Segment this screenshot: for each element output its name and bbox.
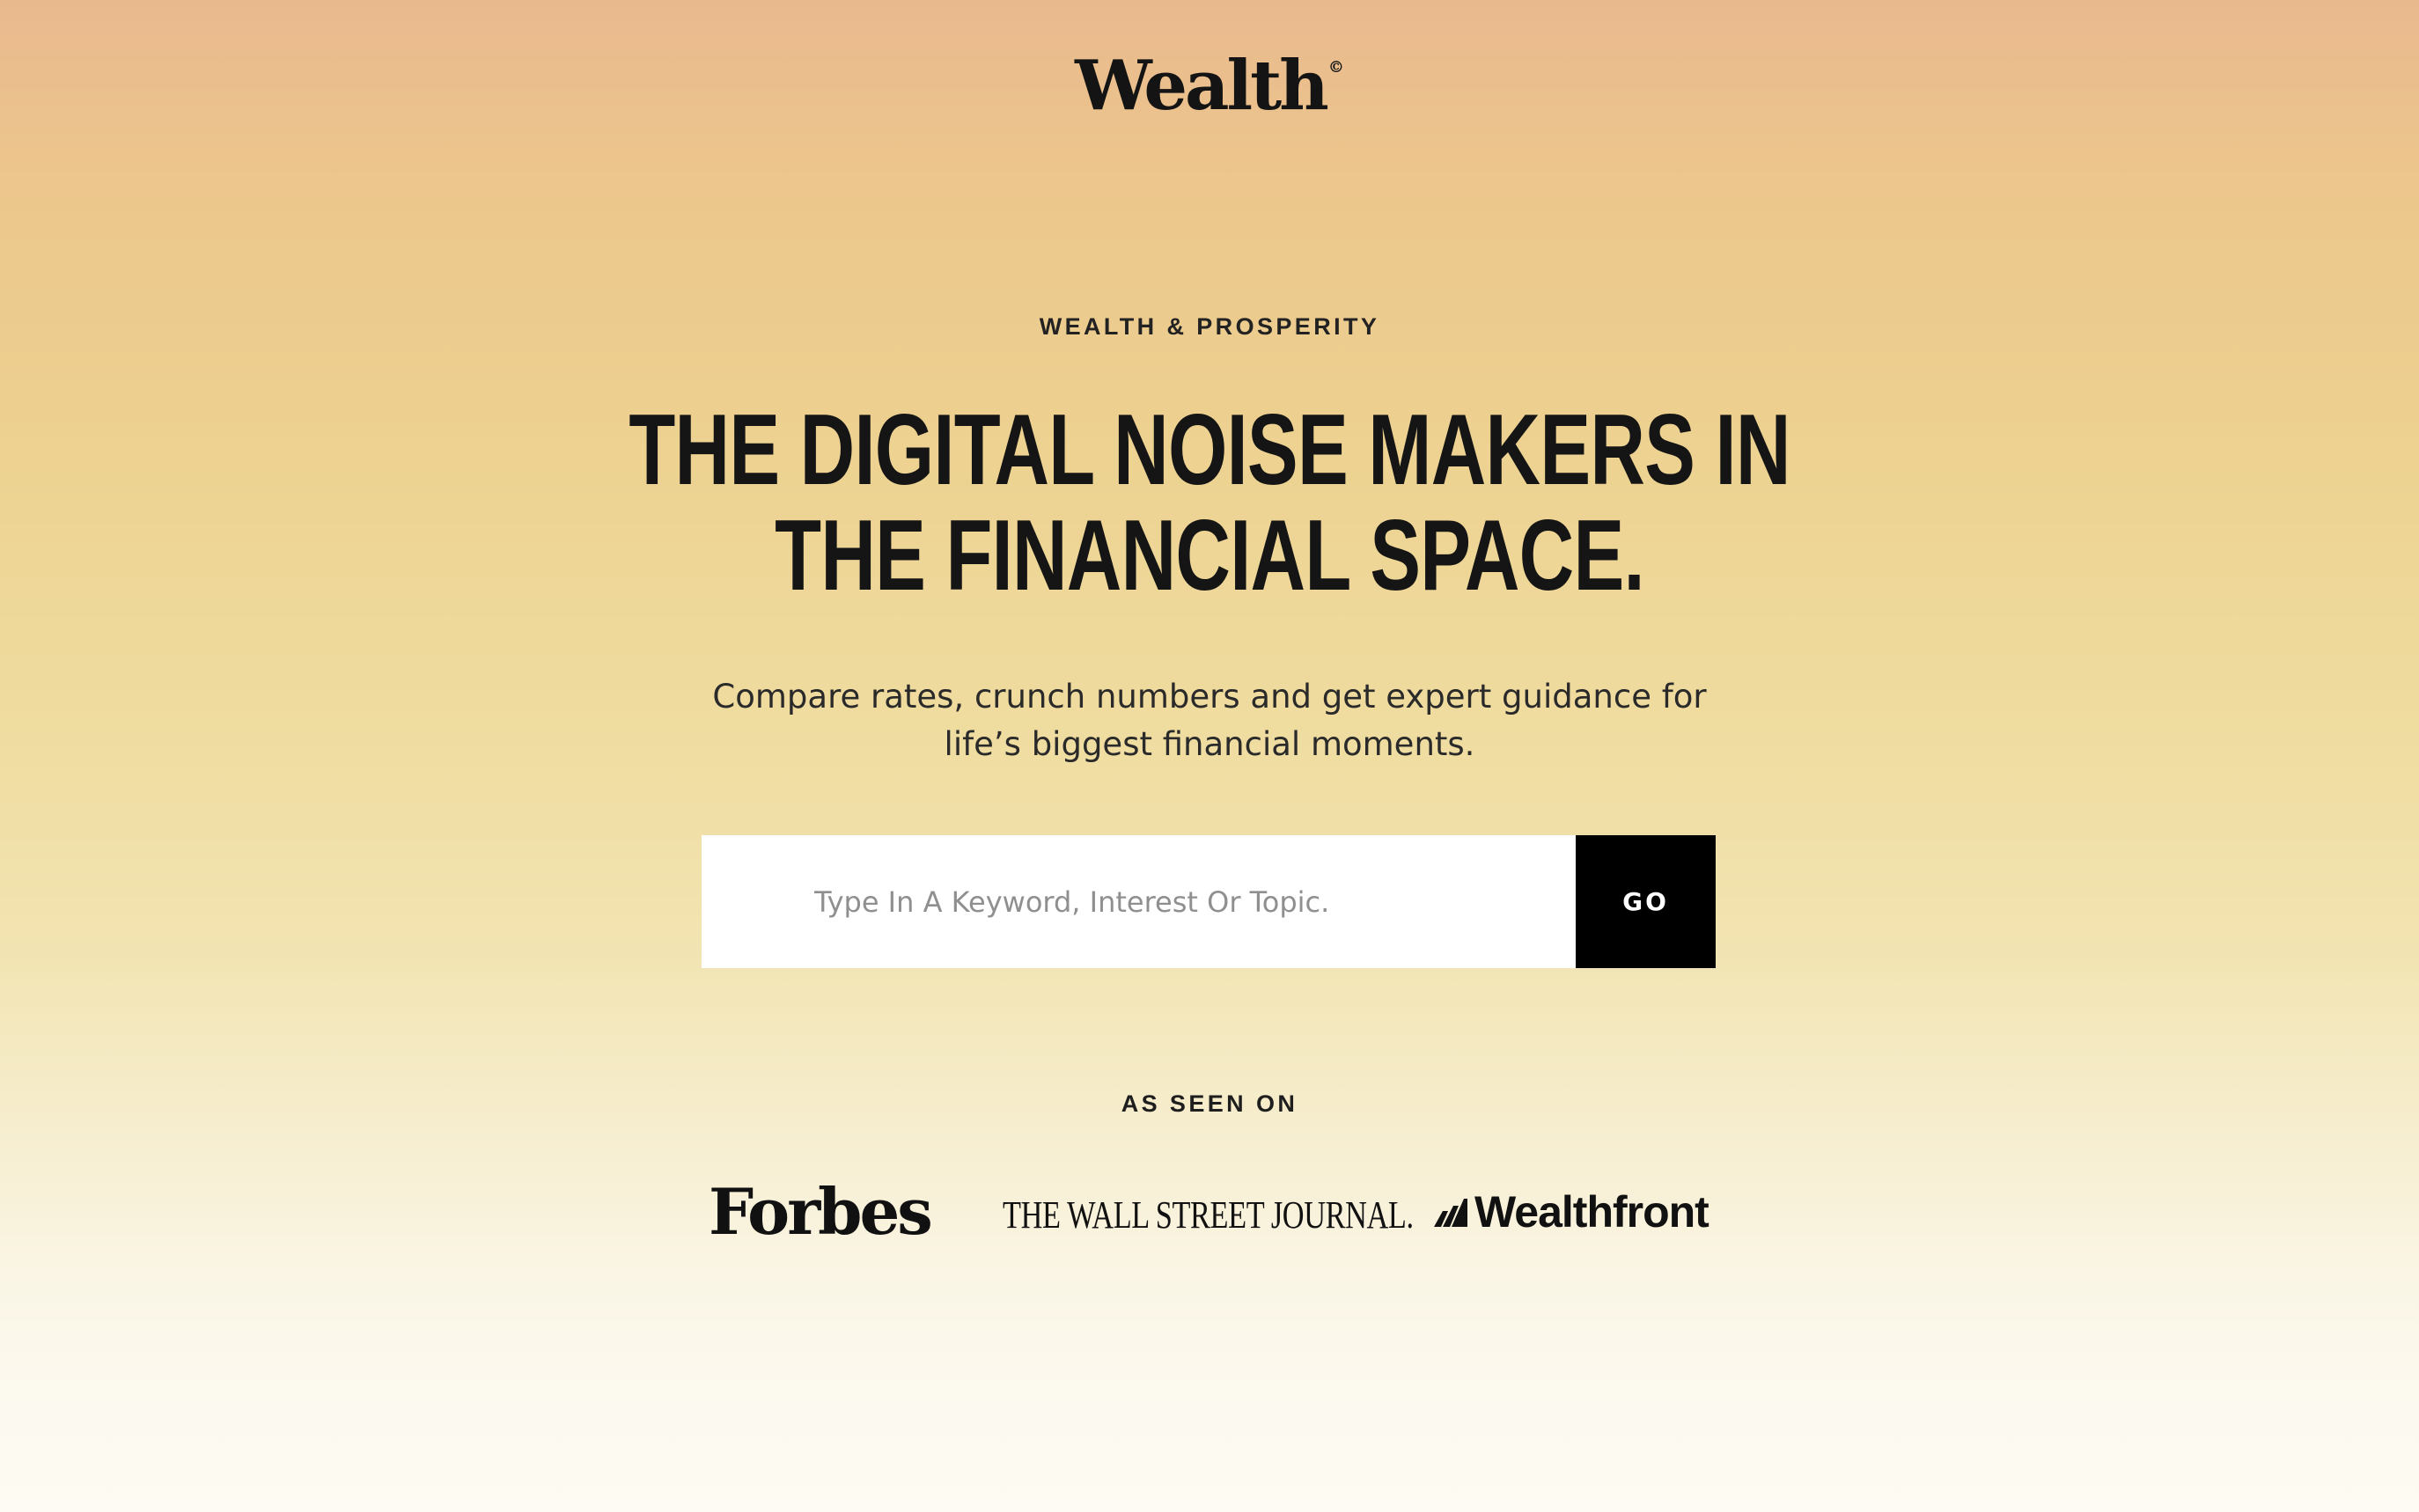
search-form: GO	[702, 835, 1716, 968]
headline-line-2: THE FINANCIAL SPACE.	[775, 500, 1644, 612]
as-seen-on-label: AS SEEN ON	[1121, 1090, 1298, 1117]
forbes-logo: Forbes	[709, 1174, 933, 1249]
hero-subtext: Compare rates, crunch numbers and get ex…	[0, 673, 2419, 768]
registered-mark: ©	[1327, 58, 1344, 77]
subtext-line-1: Compare rates, crunch numbers and get ex…	[712, 678, 1707, 716]
landing-page: Wealth © WEALTH & PROSPERITY THE DIGITAL …	[0, 0, 2419, 1512]
wealthfront-mark-icon	[1434, 1199, 1467, 1227]
site-logo[interactable]: Wealth ©	[0, 46, 2419, 126]
search-input[interactable]	[702, 835, 1576, 968]
wealthfront-logo: Wealthfront	[1432, 1186, 1709, 1237]
go-button[interactable]: GO	[1576, 835, 1716, 968]
site-logo-text: Wealth	[1075, 46, 1329, 126]
subtext-line-2: life’s biggest financial moments.	[944, 725, 1475, 763]
section-eyebrow: WEALTH & PROSPERITY	[1039, 313, 1380, 340]
headline-line-1: THE DIGITAL NOISE MAKERS IN	[629, 394, 1790, 506]
press-logos: Forbes THE WALL STREET JOURNAL. Wealthfr…	[709, 1171, 1710, 1250]
hero-headline: THE DIGITAL NOISE MAKERS IN THE FINANCIA…	[290, 398, 2129, 609]
wealthfront-logo-text: Wealthfront	[1474, 1187, 1709, 1237]
wsj-logo: THE WALL STREET JOURNAL.	[1003, 1193, 1414, 1237]
